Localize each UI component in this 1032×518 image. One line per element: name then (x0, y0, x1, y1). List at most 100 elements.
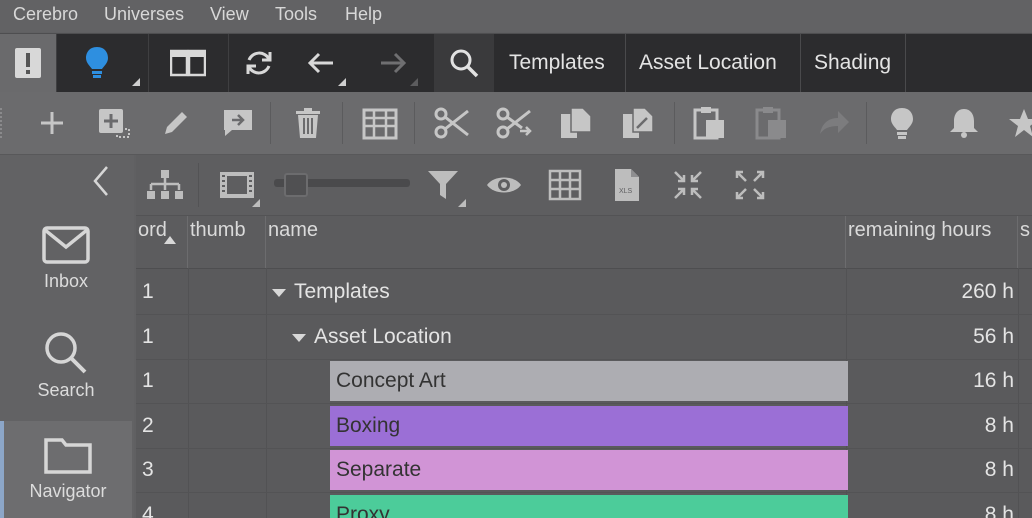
paste-icon (693, 107, 724, 140)
menu-bar: Cerebro Universes View Tools Help (0, 0, 1032, 32)
copy-button[interactable] (552, 92, 600, 154)
menu-view[interactable]: View (210, 4, 249, 25)
row-name[interactable]: Boxing (330, 405, 848, 446)
add-subtask-button[interactable] (90, 92, 138, 154)
sort-ascending-icon (164, 236, 176, 244)
table-row[interactable]: 3 Separate 8 h (136, 448, 1032, 493)
column-remaining-header[interactable]: remaining hours (846, 216, 1018, 268)
row-order: 1 (142, 369, 154, 392)
forward-arrow-icon (381, 52, 407, 74)
nav-search[interactable]: Search (0, 330, 132, 425)
bell-icon (950, 109, 978, 138)
menu-cerebro[interactable]: Cerebro (13, 4, 78, 25)
table-button[interactable] (540, 155, 590, 215)
cut-link-icon (496, 107, 532, 139)
cut-link-button[interactable] (490, 92, 538, 154)
left-navigation-panel: Inbox Search Navigator (0, 155, 134, 518)
eye-icon (487, 177, 521, 193)
table-row[interactable]: 1 Concept Art 16 h (136, 359, 1032, 404)
breadcrumb-templates[interactable]: Templates (496, 34, 626, 92)
table-row[interactable]: 4 Proxy 8 h (136, 493, 1032, 518)
edit-icon (165, 112, 187, 134)
row-remaining-hours: 8 h (984, 413, 1014, 437)
export-xls-button[interactable]: XLS (602, 155, 652, 215)
column-name-header[interactable]: name (266, 216, 846, 268)
expand-icon (735, 170, 765, 200)
copy-link-button[interactable] (614, 92, 662, 154)
column-thumb-header[interactable]: thumb (188, 216, 266, 268)
table-row[interactable]: 2 Boxing 8 h (136, 404, 1032, 449)
row-remaining-hours: 8 h (984, 458, 1014, 481)
expand-arrow-down-icon[interactable] (272, 289, 286, 297)
row-remaining-hours: 260 h (961, 280, 1014, 303)
refresh-icon (246, 51, 272, 75)
row-order: 1 (142, 324, 154, 348)
view-button[interactable] (479, 155, 529, 215)
archive-button[interactable] (356, 92, 404, 154)
menu-tools[interactable]: Tools (275, 4, 317, 25)
forward-button[interactable] (366, 34, 420, 92)
star-button[interactable] (1000, 92, 1032, 154)
lightbulb-icon (891, 108, 913, 139)
lightbulb-button[interactable] (70, 34, 140, 92)
delete-icon (296, 108, 320, 138)
collapse-panel-button[interactable] (0, 155, 132, 207)
menu-help[interactable]: Help (345, 4, 382, 25)
delete-button[interactable] (284, 92, 332, 154)
row-remaining-hours: 8 h (984, 502, 1014, 518)
cut-icon (434, 107, 469, 139)
notification-icon (15, 48, 41, 78)
nav-inbox-label: Inbox (43, 271, 89, 291)
film-button[interactable] (212, 155, 262, 215)
paste-special-button[interactable] (748, 92, 796, 154)
back-button[interactable] (294, 34, 348, 92)
row-name[interactable]: Separate (330, 450, 848, 490)
book-icon (170, 49, 206, 77)
row-name[interactable]: Proxy (330, 494, 848, 518)
paste-special-icon (755, 107, 786, 140)
table-row[interactable]: 1 Templates 260 h (136, 270, 1032, 315)
edit-button[interactable] (152, 92, 200, 154)
search-button[interactable] (434, 34, 494, 92)
collapse-all-button[interactable] (663, 155, 713, 215)
row-order: 4 (142, 502, 154, 518)
zoom-slider-handle[interactable] (284, 173, 308, 197)
row-name[interactable]: Asset Location (314, 315, 714, 359)
row-name[interactable]: Templates (294, 270, 694, 314)
column-order-header[interactable]: ord (136, 216, 188, 268)
breadcrumb-shading[interactable]: Shading (801, 34, 906, 92)
add-button[interactable] (28, 92, 76, 154)
lightbulb-action-button[interactable] (878, 92, 926, 154)
svg-text:XLS: XLS (619, 188, 633, 195)
lightbulb-icon (86, 47, 108, 78)
comment-button[interactable] (214, 92, 262, 154)
refresh-button[interactable] (232, 34, 286, 92)
bell-button[interactable] (940, 92, 988, 154)
mail-icon (42, 226, 90, 264)
copy-icon (561, 107, 592, 138)
hierarchy-icon (147, 170, 183, 199)
task-grid: ord thumb name remaining hours s 1 Templa… (136, 216, 1032, 518)
redirect-button[interactable] (810, 92, 858, 154)
chevron-left-icon (93, 166, 108, 196)
book-button[interactable] (160, 34, 216, 92)
hierarchy-button[interactable] (140, 155, 190, 215)
paste-button[interactable] (686, 92, 734, 154)
filter-button[interactable] (418, 155, 468, 215)
notification-button[interactable] (0, 34, 56, 92)
expand-arrow-down-icon[interactable] (292, 333, 306, 342)
menu-universes[interactable]: Universes (104, 4, 184, 25)
nav-navigator[interactable]: Navigator (0, 421, 132, 518)
table-row[interactable]: 1 Asset Location 56 h (136, 315, 1032, 360)
film-icon (220, 172, 254, 198)
column-next-header[interactable]: s (1018, 216, 1032, 268)
folder-icon (44, 438, 92, 474)
breadcrumb-asset-location[interactable]: Asset Location (626, 34, 801, 92)
cut-button[interactable] (428, 92, 476, 154)
row-remaining-hours: 16 h (973, 369, 1014, 392)
expand-all-button[interactable] (725, 155, 775, 215)
nav-inbox[interactable]: Inbox (0, 225, 132, 320)
search-icon (450, 49, 479, 78)
row-name[interactable]: Concept Art (330, 361, 848, 401)
column-order-label: ord (138, 219, 167, 241)
